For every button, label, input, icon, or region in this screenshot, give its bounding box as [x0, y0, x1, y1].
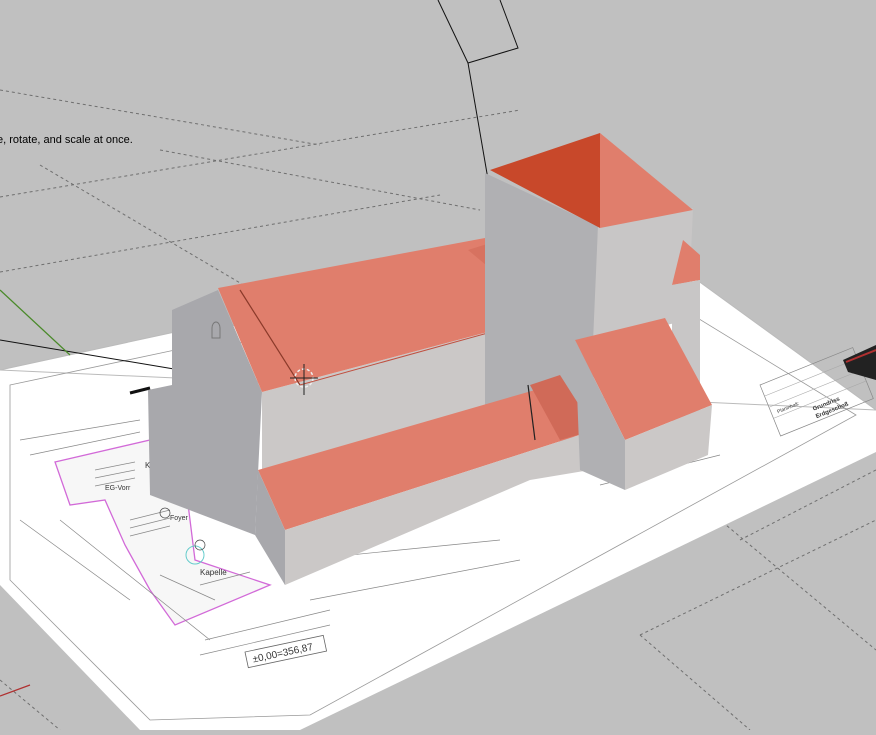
- green-axis: [0, 289, 71, 356]
- plan-label-room-3: Foyer: [170, 515, 189, 522]
- 3d-viewport[interactable]: Kan EG-Vorr Foyer Kapelle Planinhalt: Gr…: [0, 0, 876, 731]
- red-axis-marker: [843, 345, 876, 380]
- model-canvas[interactable]: Kan EG-Vorr Foyer Kapelle Planinhalt: Gr…: [0, 0, 876, 731]
- plan-label-room-2: EG-Vorr: [105, 485, 131, 492]
- red-axis-left: [0, 684, 31, 697]
- plan-label-room-4: Kapelle: [200, 568, 227, 577]
- tool-hint: e, rotate, and scale at once.: [0, 134, 133, 146]
